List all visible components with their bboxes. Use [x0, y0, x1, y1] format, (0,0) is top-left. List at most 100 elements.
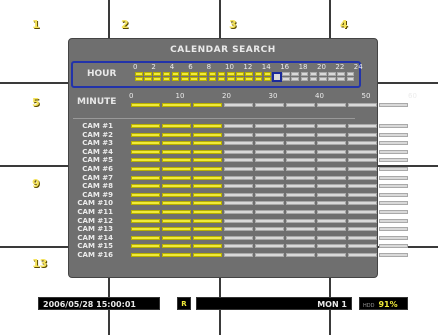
camera-record-slot[interactable]: [255, 192, 284, 197]
camera-record-slot[interactable]: [193, 124, 222, 128]
camera-record-slot[interactable]: [379, 218, 408, 223]
camera-record-slot[interactable]: [379, 184, 408, 189]
hour-slot[interactable]: [217, 72, 226, 76]
hour-slot[interactable]: [181, 72, 189, 76]
camera-record-slot[interactable]: [193, 184, 222, 189]
minute-slot[interactable]: [286, 103, 315, 107]
camera-record-slot[interactable]: [162, 175, 191, 180]
hour-slot[interactable]: [162, 72, 171, 76]
hour-slot[interactable]: [162, 77, 171, 81]
camera-record-slot[interactable]: [348, 184, 377, 189]
camera-record-slot[interactable]: [224, 227, 253, 232]
camera-record-slot[interactable]: [162, 218, 191, 223]
hour-slot[interactable]: [346, 77, 355, 81]
camera-record-slot[interactable]: [162, 210, 191, 214]
camera-record-slot[interactable]: [379, 141, 408, 146]
camera-record-slot[interactable]: [131, 201, 160, 206]
hour-slot[interactable]: [254, 72, 263, 76]
camera-record-slot[interactable]: [379, 227, 408, 232]
camera-record-slot[interactable]: [224, 149, 253, 154]
hour-slot[interactable]: [171, 72, 180, 76]
hour-slot[interactable]: [319, 72, 327, 76]
camera-record-slot[interactable]: [379, 192, 408, 197]
camera-record-slot[interactable]: [193, 132, 222, 137]
minute-slot[interactable]: [379, 103, 408, 107]
camera-record-slot[interactable]: [224, 132, 253, 137]
hour-slot[interactable]: [337, 77, 346, 81]
hour-slot[interactable]: [190, 72, 198, 76]
camera-record-slot[interactable]: [193, 227, 222, 232]
camera-record-slot[interactable]: [348, 124, 377, 128]
hour-selector[interactable]: HOUR 0 2 4 6 8 10 12 14 16 18 20 22 24: [71, 61, 363, 88]
camera-record-slot[interactable]: [193, 175, 222, 180]
hour-slot[interactable]: [135, 72, 143, 76]
camera-record-slot[interactable]: [193, 253, 222, 257]
camera-record-slot[interactable]: [224, 210, 253, 214]
camera-record-slot[interactable]: [286, 167, 315, 171]
camera-cell-number[interactable]: 3: [229, 18, 237, 31]
camera-record-slot[interactable]: [286, 227, 315, 232]
hour-slot[interactable]: [300, 77, 309, 81]
camera-record-slot[interactable]: [162, 227, 191, 232]
camera-record-slot[interactable]: [348, 149, 377, 154]
camera-record-slot[interactable]: [162, 235, 191, 240]
camera-record-slot[interactable]: [224, 167, 253, 171]
camera-record-slot[interactable]: [255, 158, 284, 163]
camera-record-slot[interactable]: [317, 124, 346, 128]
hour-slot[interactable]: [144, 72, 152, 76]
camera-record-slot[interactable]: [317, 235, 346, 240]
hour-slot[interactable]: [263, 72, 272, 76]
camera-record-slot[interactable]: [193, 149, 222, 154]
camera-record-slot[interactable]: [286, 210, 315, 214]
camera-record-slot[interactable]: [131, 210, 160, 214]
hour-slot[interactable]: [153, 77, 162, 81]
camera-record-slot[interactable]: [224, 201, 253, 206]
camera-record-slot[interactable]: [379, 158, 408, 163]
camera-record-slot[interactable]: [379, 235, 408, 240]
camera-record-slot[interactable]: [193, 167, 222, 171]
camera-record-slot[interactable]: [286, 253, 315, 257]
camera-record-slot[interactable]: [286, 124, 315, 128]
camera-record-slot[interactable]: [131, 158, 160, 163]
camera-record-slot[interactable]: [255, 149, 284, 154]
camera-record-slot[interactable]: [193, 218, 222, 223]
hour-slot[interactable]: [291, 77, 300, 81]
camera-record-slot[interactable]: [317, 253, 346, 257]
camera-record-slot[interactable]: [255, 201, 284, 206]
hour-slot[interactable]: [319, 77, 327, 81]
camera-record-slot[interactable]: [348, 235, 377, 240]
camera-record-slot[interactable]: [317, 158, 346, 163]
camera-record-slot[interactable]: [317, 227, 346, 232]
camera-record-slot[interactable]: [286, 141, 315, 146]
camera-record-slot[interactable]: [317, 175, 346, 180]
camera-record-slot[interactable]: [224, 141, 253, 146]
camera-record-slot[interactable]: [255, 167, 284, 171]
minute-slot[interactable]: [162, 103, 191, 107]
camera-record-slot[interactable]: [131, 184, 160, 189]
camera-record-slot[interactable]: [162, 141, 191, 146]
camera-record-slot[interactable]: [379, 167, 408, 171]
camera-record-slot[interactable]: [162, 158, 191, 163]
camera-record-slot[interactable]: [131, 124, 160, 128]
camera-cell-number[interactable]: 1: [32, 18, 40, 31]
camera-record-slot[interactable]: [286, 175, 315, 180]
hour-slot[interactable]: [291, 72, 300, 76]
camera-record-slot[interactable]: [224, 184, 253, 189]
camera-record-slot[interactable]: [162, 132, 191, 137]
camera-record-slot[interactable]: [193, 210, 222, 214]
camera-record-slot[interactable]: [224, 244, 253, 249]
camera-record-slot[interactable]: [162, 167, 191, 171]
hour-slot[interactable]: [236, 77, 244, 81]
camera-record-slot[interactable]: [255, 253, 284, 257]
hour-slot[interactable]: [208, 72, 217, 76]
camera-record-slot[interactable]: [348, 218, 377, 223]
hour-slot[interactable]: [328, 72, 336, 76]
camera-record-slot[interactable]: [131, 192, 160, 197]
camera-record-slot[interactable]: [348, 141, 377, 146]
camera-record-slot[interactable]: [379, 244, 408, 249]
camera-record-slot[interactable]: [317, 141, 346, 146]
camera-record-slot[interactable]: [131, 175, 160, 180]
hour-slot[interactable]: [171, 77, 180, 81]
camera-record-slot[interactable]: [255, 141, 284, 146]
camera-record-slot[interactable]: [348, 167, 377, 171]
